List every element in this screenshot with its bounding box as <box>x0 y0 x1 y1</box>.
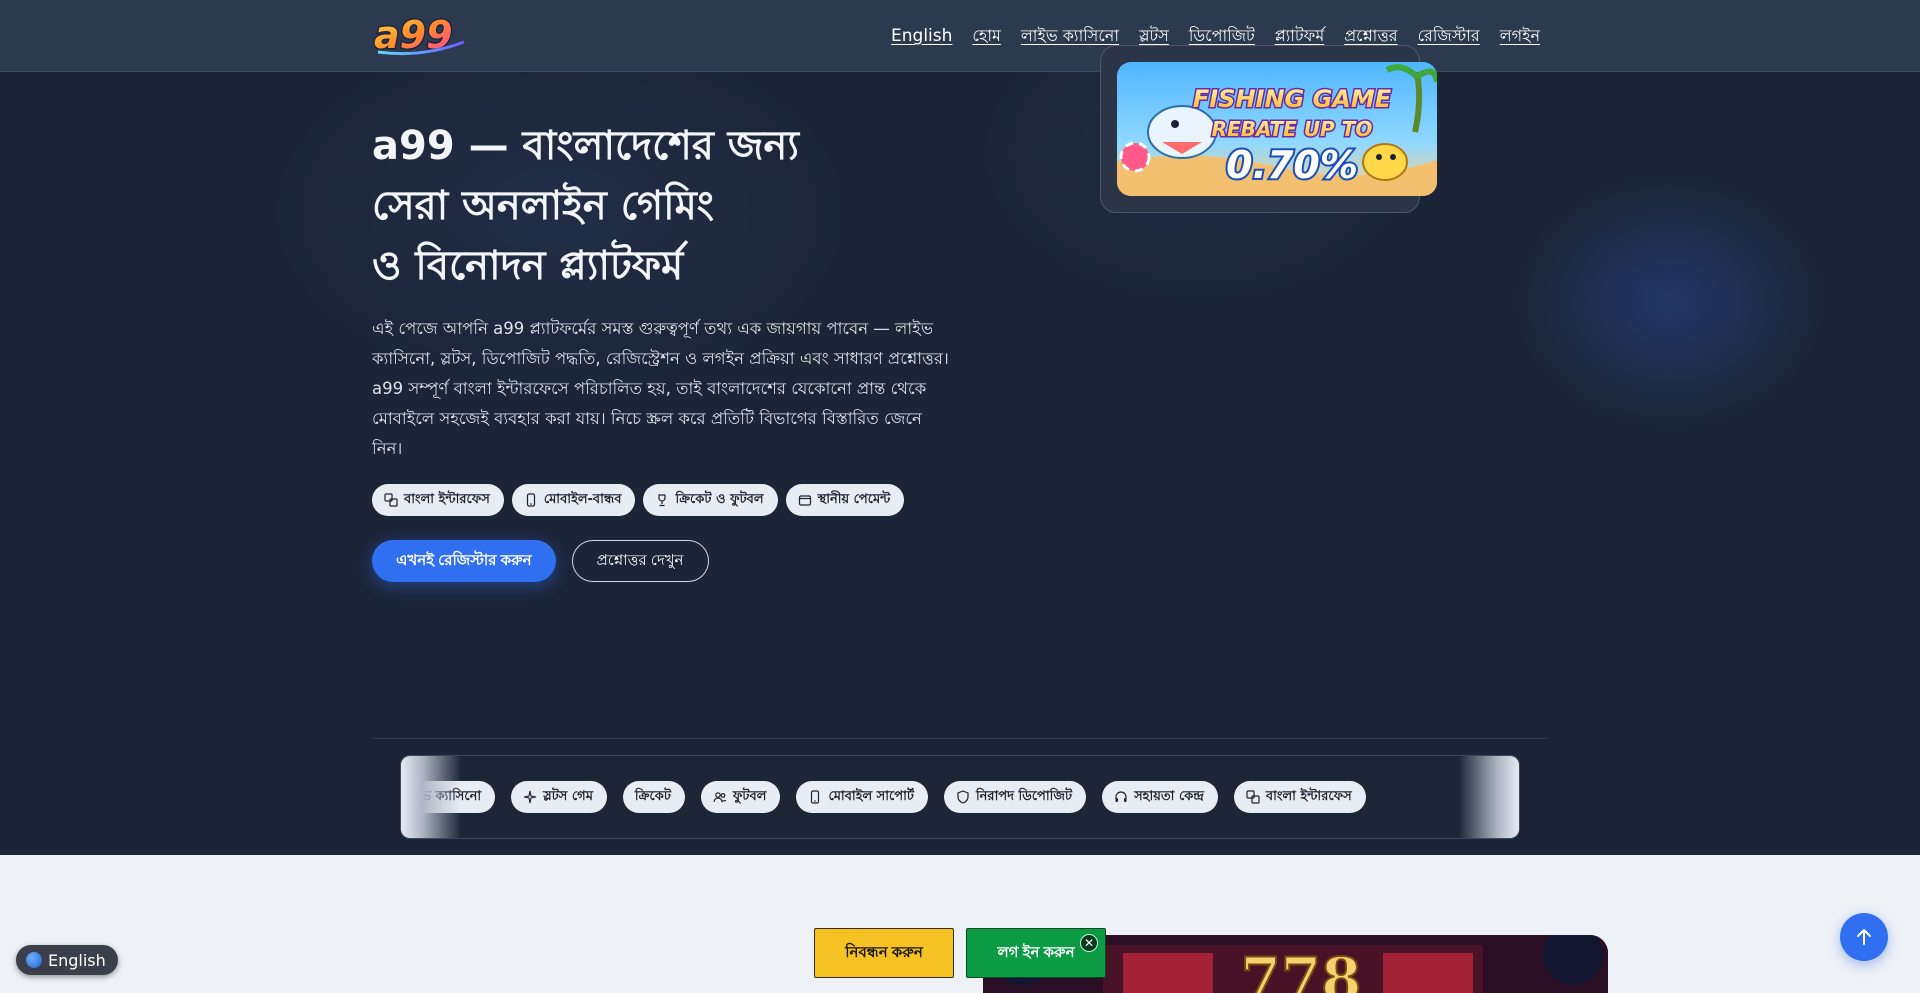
hero-title-line-3: ও বিনোদন প্ল্যাটফর্ম <box>372 243 684 289</box>
register-now-button[interactable]: এখনই রেজিস্টার করুন <box>372 540 556 582</box>
feature-chip[interactable]: মোবাইল-বান্ধব <box>511 484 636 516</box>
content-section <box>0 855 1920 993</box>
nav-register[interactable]: রেজিস্টার <box>1418 23 1480 50</box>
chip-label: স্থানীয় পেমেন্ট <box>817 491 891 507</box>
chip-label: নিরাপদ ডিপোজিট <box>975 788 1073 804</box>
marquee-chip[interactable]: বাংলা ইন্টারফেস <box>1233 781 1366 813</box>
site-header: a99 English হোম লাইভ ক্যাসিনো স্লটস ডিপোজিট প… <box>0 0 1920 72</box>
view-faq-button[interactable]: প্রশ্নোত্তর দেখুন <box>571 540 709 582</box>
hero-title-line-2: সেরা অনলাইন গেমিং <box>372 183 715 229</box>
marquee-chip[interactable]: ফুটবল <box>700 781 781 813</box>
language-label: English <box>48 950 106 970</box>
headset-icon <box>1114 790 1128 804</box>
slot-banner-text: 778 <box>1240 945 1361 993</box>
marquee-chip[interactable]: নিরাপদ ডিপোজিট <box>943 781 1087 813</box>
chip-label: বাংলা ইন্টারফেস <box>1265 788 1352 804</box>
marquee-chip[interactable]: ক্রিকেট <box>622 781 685 813</box>
hero-title-line-1: a99 — বাংলাদেশের জন্য <box>372 123 800 169</box>
translate-icon <box>1246 790 1260 804</box>
sparkle-icon <box>523 790 537 804</box>
phone-icon <box>524 493 538 507</box>
feature-chip[interactable]: বাংলা ইন্টারফেস <box>372 484 504 516</box>
marquee-track: লাইভ ক্যাসিনোস্লটস গেমক্রিকেটফুটবলমোবাইল… <box>401 781 1366 813</box>
scroll-to-top-button[interactable] <box>1840 913 1888 961</box>
nav-login[interactable]: লগইন <box>1500 23 1540 50</box>
nav-home[interactable]: হোম <box>972 23 1000 50</box>
promo-line-2: REBATE UP TO <box>1212 117 1373 141</box>
arrow-up-icon <box>1857 929 1871 945</box>
globe-icon <box>26 952 42 968</box>
feature-marquee: লাইভ ক্যাসিনোস্লটস গেমক্রিকেটফুটবলমোবাইল… <box>400 755 1520 839</box>
close-icon[interactable]: ✕ <box>1080 934 1098 952</box>
chip-label: স্লটস গেম <box>543 788 593 804</box>
chip-label: ক্রিকেট ও ফুটবল <box>675 491 764 507</box>
chip-label: বাংলা ইন্টারফেস <box>404 491 490 507</box>
a99-logo[interactable]: a99 <box>372 12 470 58</box>
nav-english[interactable]: English <box>891 26 952 46</box>
marquee-chip[interactable]: স্লটস গেম <box>511 781 607 813</box>
users-icon <box>713 790 727 804</box>
hero-actions: এখনই রেজিস্টার করুন প্রশ্নোত্তর দেখুন <box>372 540 709 582</box>
trophy-icon <box>655 493 669 507</box>
shield-icon <box>956 790 970 804</box>
section-divider <box>372 738 1548 739</box>
fishing-game-banner: FISHING GAME REBATE UP TO 0.70% <box>1117 62 1437 196</box>
translate-icon <box>384 493 398 507</box>
chip-label: সহায়তা কেন্দ্র <box>1134 788 1204 804</box>
chip-label: মোবাইল সাপোর্ট <box>828 788 914 804</box>
phone-icon <box>808 790 822 804</box>
language-switcher[interactable]: English <box>16 945 118 975</box>
promo-line-3: 0.70% <box>1226 143 1358 187</box>
promo-line-1: FISHING GAME <box>1193 85 1392 113</box>
hero-description: এই পেজে আপনি a99 প্ল্যাটফর্মের সমস্ত গুর… <box>372 319 949 458</box>
floating-register-button[interactable]: নিবন্ধন করুন <box>814 928 954 978</box>
promo-banner-image[interactable]: FISHING GAME REBATE UP TO 0.70% <box>1117 62 1437 196</box>
marquee-chip[interactable]: সহায়তা কেন্দ্র <box>1102 781 1218 813</box>
marquee-fade-left <box>401 756 461 838</box>
nav-live-casino[interactable]: লাইভ ক্যাসিনো <box>1021 23 1119 50</box>
feature-chips: বাংলা ইন্টারফেস মোবাইল-বান্ধব ক্রিকেট ও ফু… <box>372 484 905 516</box>
chip-label: ফুটবল <box>732 788 767 804</box>
wallet-icon <box>798 493 812 507</box>
marquee-chip[interactable]: মোবাইল সাপোর্ট <box>796 781 928 813</box>
chip-label: ক্রিকেট <box>634 788 671 804</box>
marquee-fade-right <box>1459 756 1519 838</box>
feature-chip[interactable]: ক্রিকেট ও ফুটবল <box>643 484 778 516</box>
hero-title: a99 — বাংলাদেশের জন্য সেরা অনলাইন গেমিং … <box>372 116 852 296</box>
chip-label: মোবাইল-বান্ধব <box>543 491 622 507</box>
feature-chip[interactable]: স্থানীয় পেমেন্ট <box>785 484 905 516</box>
